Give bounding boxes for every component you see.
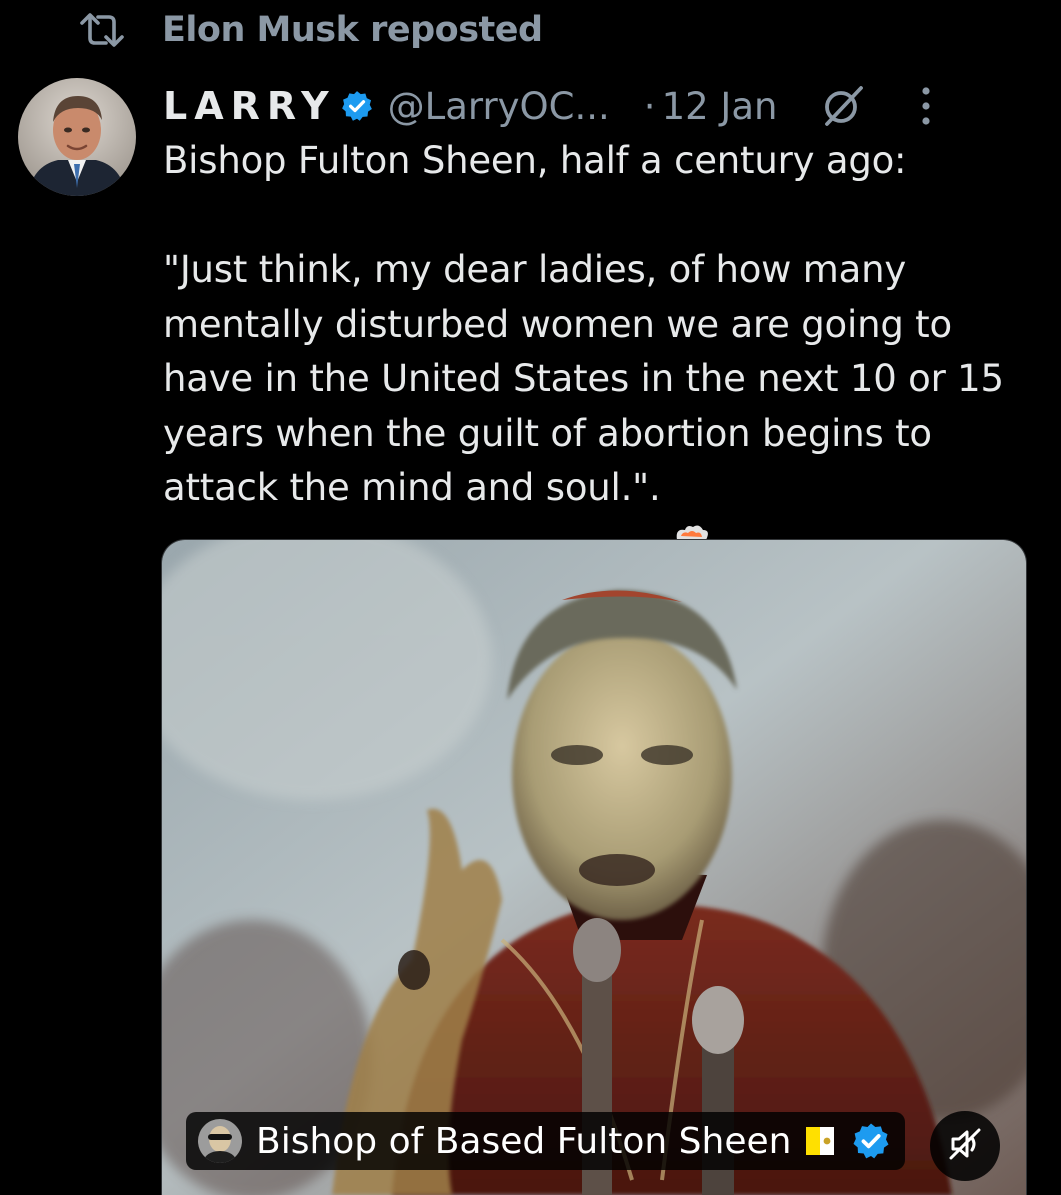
video-frame — [162, 540, 1026, 1195]
tweet-header: LARRY @LarryOC... · 12 Jan — [163, 78, 1043, 134]
tweet[interactable]: LARRY @LarryOC... · 12 Jan Bishop Fulton… — [163, 78, 1043, 564]
caption-verified-badge-icon — [851, 1121, 891, 1161]
repost-header[interactable]: Elon Musk reposted — [78, 6, 543, 54]
exploding-head-emoji-icon — [669, 468, 713, 564]
repost-label[interactable]: Elon Musk reposted — [162, 10, 543, 50]
video-player[interactable]: Bishop of Based Fulton Sheen — [161, 539, 1027, 1195]
separator-dot: · — [643, 84, 656, 128]
tweet-date[interactable]: 12 Jan — [662, 85, 778, 128]
caption-account-name[interactable]: Bishop of Based Fulton Sheen — [256, 1121, 791, 1162]
vatican-flag-icon — [805, 1124, 835, 1158]
repost-icon — [78, 10, 126, 50]
author-display-name[interactable]: LARRY — [163, 84, 336, 128]
verified-badge-icon — [340, 89, 374, 123]
more-options-icon[interactable] — [919, 84, 933, 128]
muted-speaker-icon — [945, 1124, 985, 1168]
author-avatar[interactable] — [18, 78, 136, 196]
caption-avatar — [198, 1119, 242, 1163]
tweet-text: Bishop Fulton Sheen, half a century ago:… — [163, 134, 1043, 564]
mute-toggle-button[interactable] — [930, 1111, 1000, 1181]
grok-icon[interactable] — [819, 82, 867, 130]
author-handle[interactable]: @LarryOC... — [388, 85, 610, 128]
video-caption[interactable]: Bishop of Based Fulton Sheen — [186, 1112, 906, 1170]
tweet-text-body: Bishop Fulton Sheen, half a century ago:… — [163, 139, 1004, 509]
